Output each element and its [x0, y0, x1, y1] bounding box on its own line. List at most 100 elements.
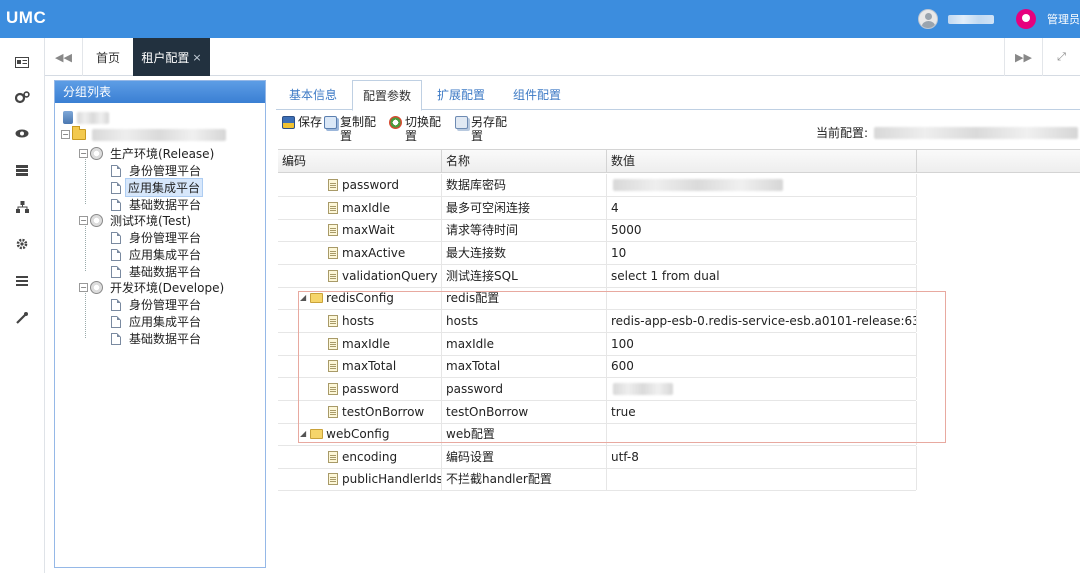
- sitemap-icon[interactable]: [13, 199, 31, 215]
- grid-row[interactable]: maxActive 最大连接数 10: [278, 241, 917, 265]
- tree-platform-item[interactable]: 基础数据平台: [111, 330, 205, 347]
- cell-code[interactable]: ◢ redisConfig: [278, 287, 442, 310]
- tree-env-node[interactable]: − 测试环境(Test): [79, 212, 195, 229]
- cell-value[interactable]: 100: [607, 332, 917, 355]
- expand-arrow-icon[interactable]: ◢: [300, 423, 306, 445]
- cell-value[interactable]: true: [607, 400, 917, 423]
- header-value[interactable]: 数值: [607, 150, 917, 173]
- cell-code[interactable]: maxIdle: [278, 196, 442, 219]
- cell-name[interactable]: maxTotal: [442, 355, 607, 378]
- tree-platform-item[interactable]: 应用集成平台: [111, 246, 205, 263]
- expand-arrow-icon[interactable]: ◢: [300, 287, 306, 309]
- copy-config-button[interactable]: 复制配置: [324, 115, 380, 143]
- cell-code[interactable]: maxWait: [278, 219, 442, 242]
- grid-row[interactable]: validationQuery 测试连接SQL select 1 from dual: [278, 264, 917, 288]
- tree-root[interactable]: [63, 109, 109, 126]
- tab-home[interactable]: 首页: [85, 38, 131, 76]
- admin-label[interactable]: 管理员: [1047, 11, 1080, 27]
- grid-row[interactable]: maxWait 请求等待时间 5000: [278, 219, 917, 243]
- tree-platform-item[interactable]: 身份管理平台: [111, 229, 205, 246]
- gear-icon[interactable]: [13, 236, 31, 252]
- subtab-basic-info[interactable]: 基本信息: [280, 80, 346, 110]
- grid-row[interactable]: password password: [278, 377, 917, 401]
- cell-value[interactable]: [607, 423, 917, 446]
- tab-tenant-config[interactable]: 租户配置 ×: [133, 38, 210, 76]
- tabs-next-button[interactable]: ▶▶: [1004, 38, 1042, 76]
- collapse-icon[interactable]: −: [79, 149, 88, 158]
- subtab-config-params[interactable]: 配置参数: [352, 80, 422, 111]
- tree-env-node[interactable]: − 生产环境(Release): [79, 145, 218, 162]
- cell-value[interactable]: utf-8: [607, 445, 917, 468]
- cell-value[interactable]: [607, 468, 917, 491]
- save-as-config-button[interactable]: 另存配置: [455, 115, 511, 143]
- cell-name[interactable]: 不拦截handler配置: [442, 468, 607, 491]
- cell-name[interactable]: maxIdle: [442, 332, 607, 355]
- collapse-icon[interactable]: −: [79, 216, 88, 225]
- cell-code[interactable]: maxIdle: [278, 332, 442, 355]
- cell-value[interactable]: 10: [607, 241, 917, 264]
- list-icon[interactable]: [13, 162, 31, 178]
- wrench-icon[interactable]: [13, 310, 31, 326]
- header-code[interactable]: 编码: [278, 150, 442, 173]
- cell-value[interactable]: 600: [607, 355, 917, 378]
- user-avatar-icon[interactable]: [918, 9, 938, 29]
- grid-group-row[interactable]: ◢ redisConfig redis配置: [278, 287, 917, 311]
- cell-name[interactable]: redis配置: [442, 287, 607, 310]
- cell-code[interactable]: password: [278, 174, 442, 196]
- eye-icon[interactable]: [13, 125, 31, 141]
- switch-config-button[interactable]: 切换配置: [389, 115, 445, 143]
- grid-row[interactable]: testOnBorrow testOnBorrow true: [278, 400, 917, 424]
- cell-value[interactable]: 4: [607, 196, 917, 219]
- save-button[interactable]: 保存: [282, 115, 324, 129]
- header-name[interactable]: 名称: [442, 150, 607, 173]
- cell-code[interactable]: password: [278, 377, 442, 400]
- grid-row[interactable]: maxTotal maxTotal 600: [278, 355, 917, 379]
- cell-code[interactable]: maxTotal: [278, 355, 442, 378]
- cell-code[interactable]: hosts: [278, 309, 442, 332]
- cell-name[interactable]: 测试连接SQL: [442, 264, 607, 287]
- cell-code[interactable]: maxActive: [278, 241, 442, 264]
- close-icon[interactable]: ×: [192, 51, 201, 64]
- grid-group-row[interactable]: ◢ webConfig web配置: [278, 423, 917, 447]
- cell-name[interactable]: 编码设置: [442, 445, 607, 468]
- grid-row[interactable]: maxIdle maxIdle 100: [278, 332, 917, 356]
- menu-icon[interactable]: [13, 273, 31, 289]
- cell-name[interactable]: 请求等待时间: [442, 219, 607, 242]
- cell-code[interactable]: ◢ webConfig: [278, 423, 442, 446]
- cell-value[interactable]: 5000: [607, 219, 917, 242]
- cell-name[interactable]: 最多可空闲连接: [442, 196, 607, 219]
- cogs-icon[interactable]: [13, 89, 31, 105]
- subtab-extend-config[interactable]: 扩展配置: [428, 80, 494, 110]
- cell-name[interactable]: 最大连接数: [442, 241, 607, 264]
- grid-row[interactable]: maxIdle 最多可空闲连接 4: [278, 196, 917, 220]
- id-card-icon[interactable]: [13, 54, 31, 70]
- cell-code[interactable]: encoding: [278, 445, 442, 468]
- tree-platform-item[interactable]: 身份管理平台: [111, 296, 205, 313]
- grid-row[interactable]: encoding 编码设置 utf-8: [278, 445, 917, 469]
- grid-row[interactable]: publicHandlerIds 不拦截handler配置: [278, 468, 917, 492]
- cell-name[interactable]: hosts: [442, 309, 607, 332]
- cell-value[interactable]: [607, 287, 917, 310]
- grid-row[interactable]: password 数据库密码: [278, 174, 917, 197]
- location-pin-icon[interactable]: [1016, 9, 1036, 29]
- cell-name[interactable]: testOnBorrow: [442, 400, 607, 423]
- collapse-icon[interactable]: −: [79, 283, 88, 292]
- tree-platform-item[interactable]: 身份管理平台: [111, 162, 205, 179]
- tree-platform-item[interactable]: 应用集成平台: [111, 178, 204, 197]
- collapse-icon[interactable]: −: [61, 130, 70, 139]
- tabs-prev-button[interactable]: ◀◀: [45, 38, 83, 76]
- cell-value[interactable]: select 1 from dual: [607, 264, 917, 287]
- cell-name[interactable]: 数据库密码: [442, 174, 607, 196]
- tree-env-node[interactable]: − 开发环境(Develope): [79, 279, 228, 296]
- cell-name[interactable]: password: [442, 377, 607, 400]
- tree-tenant-node[interactable]: −: [61, 126, 226, 143]
- cell-value[interactable]: redis-app-esb-0.redis-service-esb.a0101-…: [607, 309, 917, 332]
- cell-code[interactable]: validationQuery: [278, 264, 442, 287]
- cell-code[interactable]: testOnBorrow: [278, 400, 442, 423]
- grid-row[interactable]: hosts hosts redis-app-esb-0.redis-service-…: [278, 309, 917, 333]
- cell-code[interactable]: publicHandlerIds: [278, 468, 442, 491]
- subtab-component-config[interactable]: 组件配置: [502, 80, 572, 110]
- cell-name[interactable]: web配置: [442, 423, 607, 446]
- tree-platform-item[interactable]: 应用集成平台: [111, 313, 205, 330]
- fullscreen-icon[interactable]: ⤢: [1042, 38, 1080, 76]
